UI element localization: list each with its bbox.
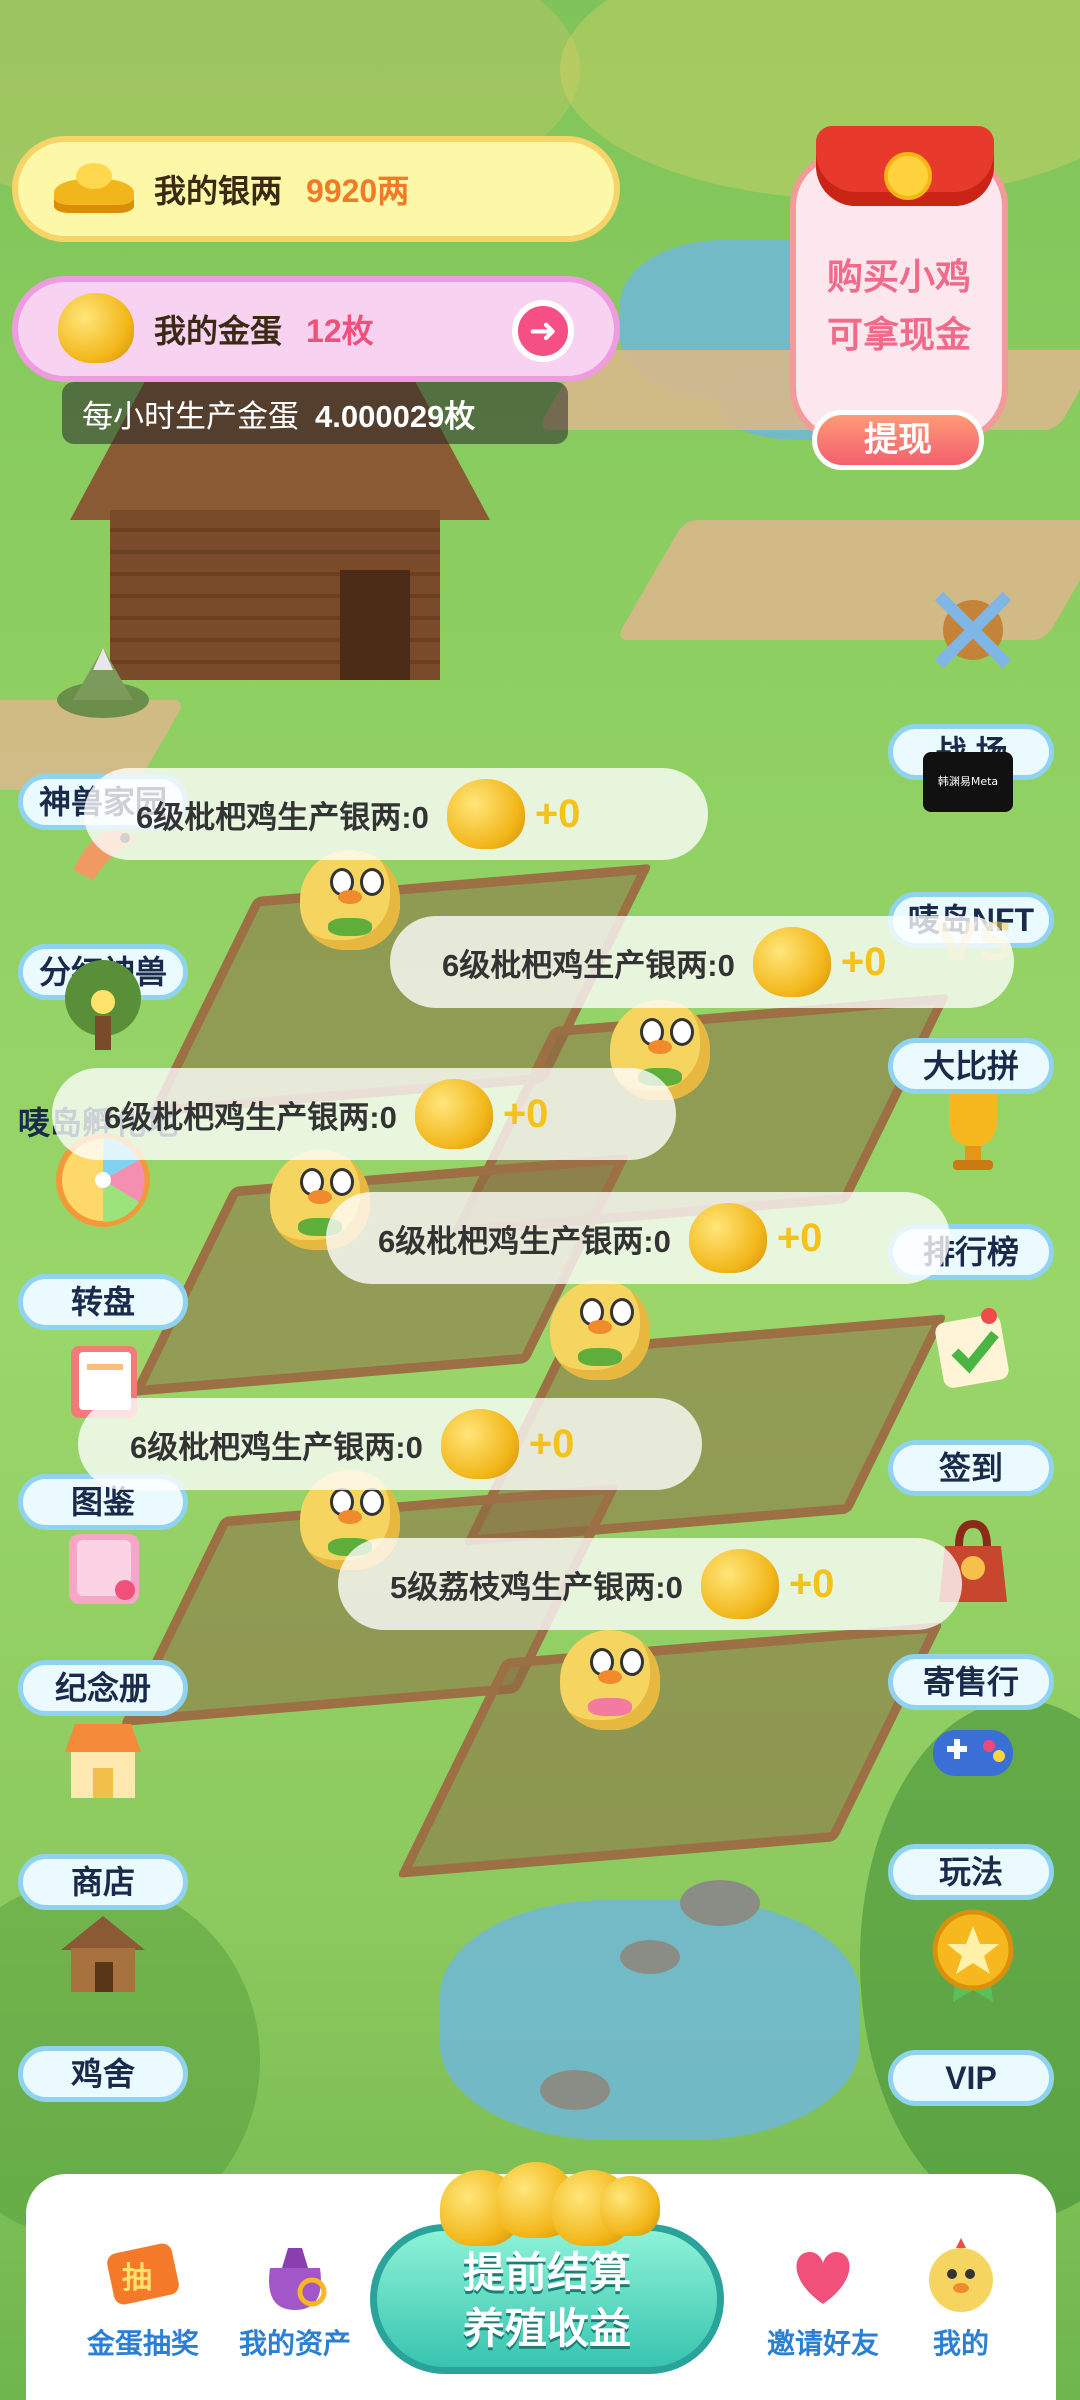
withdraw-button[interactable]: 提现 (812, 410, 984, 470)
production-bubble[interactable]: 6级枇杷鸡生产银两:0 +0 (326, 1192, 950, 1284)
tab-label: 金蛋抽奖 (86, 2328, 199, 2359)
production-value: +0 (776, 1215, 823, 1260)
settle-line1: 提前结算 (462, 2249, 631, 2296)
production-bubble[interactable]: 6级枇杷鸡生产银两:0 +0 (390, 916, 1014, 1008)
hourly-label: 每小时生产金蛋 (82, 398, 299, 434)
gold-egg-label: 我的金蛋 (154, 313, 283, 349)
vip-star-icon (923, 1906, 1023, 2006)
production-text: 5级荔枝鸡生产银两:0 (390, 1569, 683, 1605)
menu-shop[interactable]: 商店 (18, 1710, 188, 1910)
menu-label: 转盘 (18, 1274, 188, 1330)
production-text: 6级枇杷鸡生产银两:0 (104, 1099, 397, 1135)
production-value: +0 (502, 1091, 549, 1136)
hearts-icon (778, 2234, 868, 2314)
menu-checkin[interactable]: 签到 (888, 1296, 1058, 1496)
hourly-value: 4.000029枚 (315, 398, 476, 434)
production-bubble[interactable]: 6级枇杷鸡生产银两:0 +0 (78, 1398, 702, 1490)
tab-egg-lottery[interactable]: 抽 金蛋抽奖 (68, 2234, 218, 2362)
red-packet-card[interactable]: 购买小鸡 可拿现金 (790, 126, 1008, 442)
coop-icon (53, 1902, 153, 2002)
menu-label: VIP (888, 2050, 1054, 2106)
menu-coop[interactable]: 鸡舍 (18, 1902, 188, 2102)
money-bag-icon (250, 2234, 340, 2314)
menu-howto[interactable]: 玩法 (888, 1700, 1058, 1900)
production-text: 6级枇杷鸡生产银两:0 (442, 947, 735, 983)
gold-egg-icon (414, 1079, 493, 1149)
tab-invite[interactable]: 邀请好友 (748, 2234, 898, 2362)
menu-vip[interactable]: VIP (888, 1906, 1058, 2106)
production-text: 6级枇杷鸡生产银两:0 (378, 1223, 671, 1259)
hourly-production: 每小时生产金蛋 4.000029枚 (62, 382, 568, 444)
tab-my-assets[interactable]: 我的资产 (220, 2234, 370, 2362)
lottery-icon: 抽 (98, 2234, 188, 2314)
gold-egg-icon (688, 1203, 767, 1273)
swords-icon (923, 580, 1023, 680)
tree-icon (53, 956, 153, 1056)
packet-line1: 购买小鸡 (826, 256, 971, 297)
silver-ingot-icon (54, 159, 134, 219)
island-icon (53, 630, 153, 730)
tab-label: 邀请好友 (766, 2328, 879, 2359)
shop-icon (53, 1710, 153, 1810)
meta-badge: 韩渊易Meta (923, 752, 1013, 812)
menu-label: 纪念册 (18, 1660, 188, 1716)
meta-icon: 韩渊易Meta (923, 752, 1023, 852)
menu-album[interactable]: 纪念册 (18, 1516, 188, 1716)
production-text: 6级枇杷鸡生产银两:0 (130, 1429, 423, 1465)
tab-label: 我的资产 (238, 2328, 351, 2359)
production-value: +0 (528, 1421, 575, 1466)
gold-egg-icon (440, 1409, 519, 1479)
gold-egg-icon (752, 927, 831, 997)
trophy-icon (923, 1080, 1023, 1180)
production-value: +0 (788, 1561, 835, 1606)
production-value: +0 (534, 791, 581, 836)
menu-label: 玩法 (888, 1844, 1054, 1900)
silver-label: 我的银两 (154, 173, 283, 209)
checkin-icon (923, 1296, 1023, 1396)
red-envelope-icon (816, 126, 994, 206)
production-bubble[interactable]: 6级枇杷鸡生产银两:0 +0 (52, 1068, 676, 1160)
gold-egg-icon (54, 293, 134, 363)
production-text: 6级枇杷鸡生产银两:0 (136, 799, 429, 835)
menu-label: 鸡舍 (18, 2046, 188, 2102)
packet-line2: 可拿现金 (826, 314, 971, 355)
gold-egg-icon (446, 779, 525, 849)
silver-value: 9920两 (306, 173, 410, 209)
gold-eggs-pile-icon (440, 2162, 660, 2250)
tab-mine[interactable]: 我的 (886, 2234, 1036, 2362)
production-bubble[interactable]: 6级枇杷鸡生产银两:0 +0 (84, 768, 708, 860)
gamepad-icon (923, 1700, 1023, 1800)
production-bubble[interactable]: 5级荔枝鸡生产银两:0 +0 (338, 1538, 962, 1630)
chick-avatar-icon (916, 2234, 1006, 2314)
tab-label: 我的 (932, 2328, 989, 2359)
settle-line2: 养殖收益 (462, 2305, 631, 2352)
album-icon (53, 1516, 153, 1616)
gold-egg-balance-bar[interactable]: 我的金蛋 12枚 ➜ (12, 276, 620, 382)
menu-label: 签到 (888, 1440, 1054, 1496)
menu-wheel[interactable]: 转盘 (18, 1130, 188, 1330)
gold-egg-value: 12枚 (306, 313, 374, 349)
arrow-right-icon[interactable]: ➜ (512, 300, 574, 362)
svg-text:抽: 抽 (122, 2261, 152, 2296)
silver-balance-bar: 我的银两 9920两 (12, 136, 620, 242)
production-value: +0 (840, 939, 887, 984)
gold-egg-icon (700, 1549, 779, 1619)
